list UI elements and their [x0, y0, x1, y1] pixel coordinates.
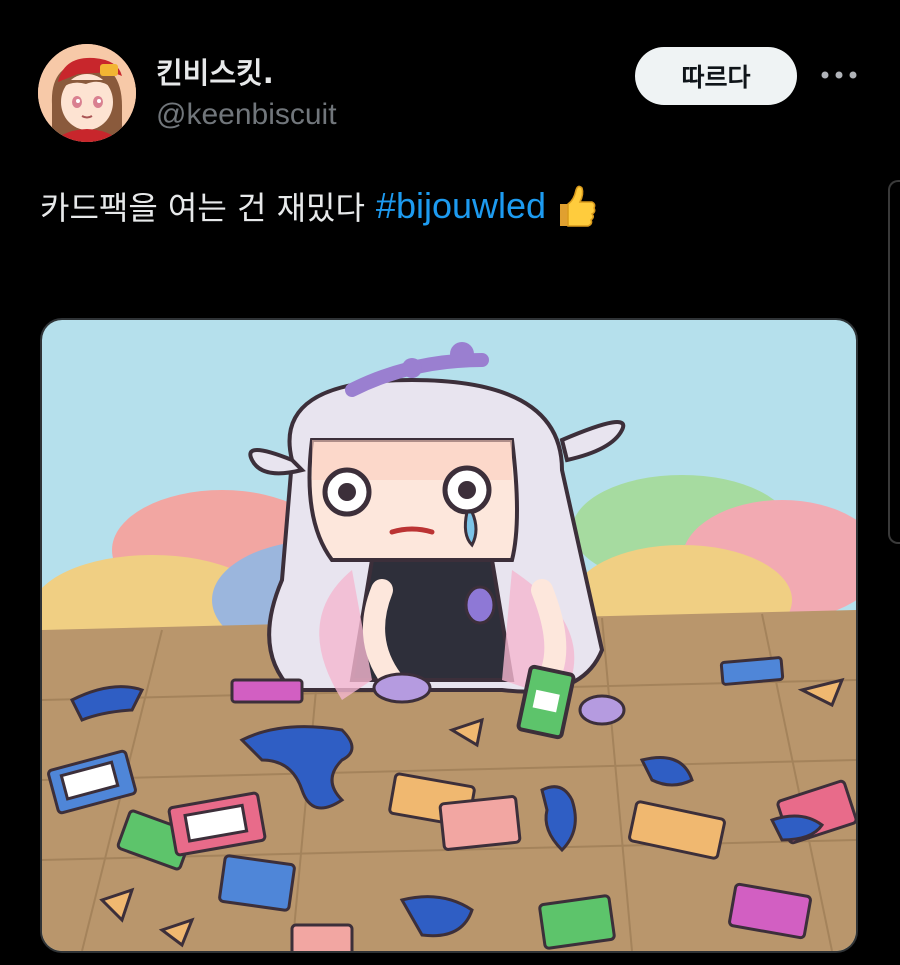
tweet-body-text: 카드팩을 여는 건 재밌다	[40, 189, 365, 227]
author-display-name[interactable]: 킨비스킷.	[156, 50, 274, 92]
more-options-button[interactable]	[818, 58, 860, 92]
tweet-media-image[interactable]	[40, 318, 858, 953]
hashtag-link[interactable]: #bijouwled	[376, 185, 546, 227]
author-avatar[interactable]	[38, 44, 136, 142]
thumbs-up-icon	[550, 182, 598, 230]
follow-button[interactable]: 따르다	[635, 47, 797, 105]
ellipsis-icon	[821, 71, 857, 79]
author-handle[interactable]: @keenbiscuit	[156, 98, 337, 132]
avatar-girl-icon	[38, 44, 136, 142]
scroll-edge-indicator	[888, 180, 900, 544]
tweet-text: 카드팩을 여는 건 재밌다 #bijouwled	[40, 182, 598, 230]
illustration-image	[42, 320, 856, 951]
